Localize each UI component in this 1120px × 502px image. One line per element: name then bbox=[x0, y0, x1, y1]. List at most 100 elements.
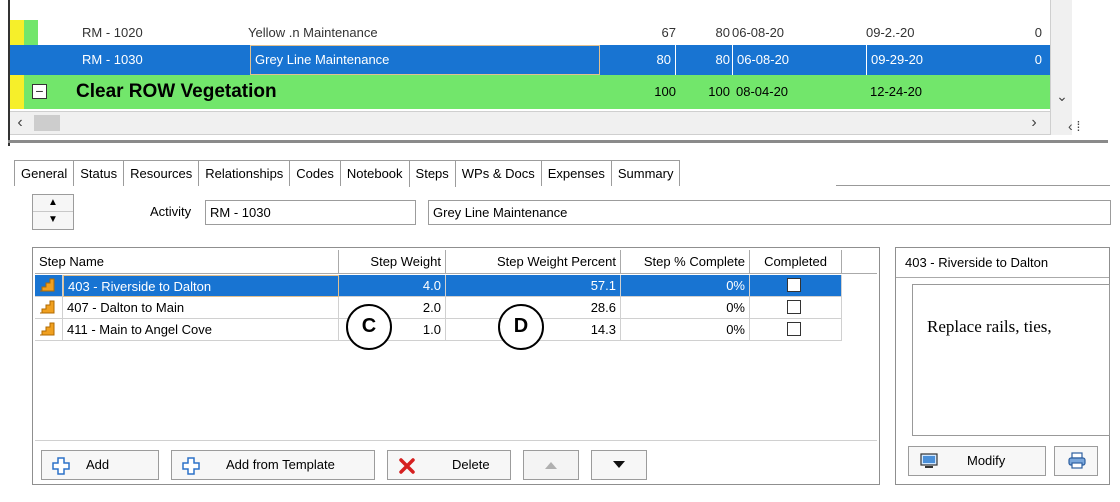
activity-name[interactable]: Grey Line Maintenance bbox=[250, 45, 600, 75]
activity-name: Yellow .n Maintenance bbox=[248, 25, 378, 40]
wbs-row[interactable]: − Clear ROW Vegetation 100 100 08-04-20 … bbox=[10, 75, 1070, 109]
activity-percent: 67 bbox=[661, 25, 676, 40]
torn-edge-marker: ‹ ⁞ bbox=[1068, 118, 1081, 134]
add-step-button[interactable]: Add bbox=[41, 450, 159, 480]
next-activity-icon[interactable]: ▼ bbox=[33, 212, 73, 229]
column-header-step-name[interactable]: Step Name bbox=[35, 250, 339, 274]
grid-divider bbox=[35, 440, 877, 441]
move-up-icon bbox=[545, 462, 557, 469]
wbs-start: 08-04-20 bbox=[736, 84, 789, 99]
step-icon-cell bbox=[35, 275, 63, 297]
scroll-down-icon[interactable]: ⌄ bbox=[1051, 88, 1073, 105]
detail-tabs: General Status Resources Relationships C… bbox=[14, 160, 681, 187]
tab-resources[interactable]: Resources bbox=[123, 160, 200, 186]
scroll-thumb[interactable] bbox=[34, 115, 60, 131]
tab-steps[interactable]: Steps bbox=[408, 160, 456, 187]
column-header-step-weight-percent[interactable]: Step Weight Percent bbox=[446, 250, 621, 274]
step-stairs-icon bbox=[40, 278, 55, 292]
activity-extra: 0 bbox=[1034, 25, 1042, 40]
step-icon-cell bbox=[35, 297, 63, 319]
move-down-button[interactable] bbox=[591, 450, 647, 480]
wbs-percent: 100 bbox=[654, 84, 676, 99]
column-header-step-weight[interactable]: Step Weight bbox=[339, 250, 446, 274]
activity-id: RM - 1030 bbox=[82, 52, 143, 67]
step-detail-panel: 403 - Riverside to Dalton Replace rails,… bbox=[895, 247, 1110, 485]
step-detail-title: 403 - Riverside to Dalton bbox=[896, 248, 1109, 278]
scroll-left-icon[interactable]: ‹ bbox=[10, 112, 30, 134]
step-row[interactable]: 403 - Riverside to Dalton 4.0 57.1 0% bbox=[35, 275, 877, 297]
activity-start: 06-08-20 bbox=[732, 25, 785, 40]
activity-finish: 09-29-20 bbox=[866, 45, 966, 75]
row-color-marker bbox=[10, 75, 24, 109]
add-icon bbox=[182, 457, 200, 475]
step-description[interactable]: Replace rails, ties, bbox=[912, 284, 1110, 436]
row-color-marker bbox=[24, 20, 38, 45]
completed-cell bbox=[750, 297, 842, 319]
collapse-icon[interactable]: − bbox=[32, 84, 47, 99]
step-percent-complete[interactable]: 0% bbox=[621, 297, 750, 319]
activity-navigator[interactable]: ▲ ▼ bbox=[32, 194, 74, 230]
steps-panel: Step Name Step Weight Step Weight Percen… bbox=[32, 247, 880, 485]
tab-summary[interactable]: Summary bbox=[610, 160, 681, 186]
column-header-completed[interactable]: Completed bbox=[750, 250, 842, 274]
add-from-template-label: Add from Template bbox=[226, 457, 335, 472]
tab-codes[interactable]: Codes bbox=[289, 160, 341, 186]
tab-expenses[interactable]: Expenses bbox=[540, 160, 612, 186]
step-row[interactable]: 411 - Main to Angel Cove 1.0 14.3 0% bbox=[35, 319, 877, 341]
modify-button[interactable]: Modify bbox=[908, 446, 1046, 476]
activity-name-field[interactable]: Grey Line Maintenance bbox=[428, 200, 1111, 225]
step-row[interactable]: 407 - Dalton to Main 2.0 28.6 0% bbox=[35, 297, 877, 319]
activity-row-selected[interactable]: RM - 1030 Grey Line Maintenance 80 80 06… bbox=[10, 45, 1070, 75]
modify-label: Modify bbox=[967, 453, 1006, 468]
add-from-template-button[interactable]: Add from Template bbox=[171, 450, 375, 480]
tab-relationships[interactable]: Relationships bbox=[198, 160, 291, 186]
activity-start: 06-08-20 bbox=[732, 45, 832, 75]
step-name[interactable]: 411 - Main to Angel Cove bbox=[63, 319, 339, 341]
delete-icon bbox=[399, 458, 415, 474]
add-icon bbox=[52, 457, 70, 475]
activity-row[interactable]: RM - 1020 Yellow .n Maintenance 67 80 06… bbox=[10, 20, 1070, 45]
step-percent-complete[interactable]: 0% bbox=[621, 275, 750, 297]
completed-checkbox[interactable] bbox=[787, 278, 801, 292]
wbs-weight: 100 bbox=[708, 84, 730, 99]
vertical-scrollbar[interactable]: ⌄ bbox=[1050, 0, 1072, 135]
activity-weight: 80 bbox=[715, 52, 730, 67]
tab-notebook[interactable]: Notebook bbox=[339, 160, 410, 186]
delete-step-label: Delete bbox=[452, 457, 490, 472]
tab-status[interactable]: Status bbox=[73, 160, 125, 186]
steps-table: Step Name Step Weight Step Weight Percen… bbox=[35, 250, 877, 440]
tab-wps-docs[interactable]: WPs & Docs bbox=[454, 160, 542, 186]
step-percent-complete[interactable]: 0% bbox=[621, 319, 750, 341]
scroll-right-icon[interactable]: › bbox=[1024, 112, 1044, 134]
completed-cell bbox=[750, 319, 842, 341]
previous-activity-icon[interactable]: ▲ bbox=[33, 195, 73, 212]
step-name[interactable]: 403 - Riverside to Dalton bbox=[63, 275, 339, 297]
horizontal-scrollbar[interactable]: ‹ › bbox=[10, 111, 1050, 135]
print-button[interactable] bbox=[1054, 446, 1098, 476]
steps-header: Step Name Step Weight Step Weight Percen… bbox=[35, 250, 877, 274]
column-header-step-percent-complete[interactable]: Step % Complete bbox=[621, 250, 750, 274]
delete-step-button[interactable]: Delete bbox=[387, 450, 511, 480]
step-stairs-icon bbox=[40, 322, 55, 336]
callout-d: D bbox=[498, 304, 544, 350]
activity-label: Activity bbox=[150, 204, 192, 219]
callout-c: C bbox=[346, 304, 392, 350]
activity-finish: 09-2.-20 bbox=[866, 25, 915, 40]
activity-percent: 80 bbox=[610, 45, 676, 75]
activity-id-field[interactable]: RM - 1030 bbox=[205, 200, 416, 225]
activity-table: RM - 1020 Yellow .n Maintenance 67 80 06… bbox=[8, 0, 1088, 146]
row-color-marker bbox=[10, 45, 24, 75]
step-name[interactable]: 407 - Dalton to Main bbox=[63, 297, 339, 319]
step-weight[interactable]: 4.0 bbox=[339, 275, 446, 297]
completed-checkbox[interactable] bbox=[787, 300, 801, 314]
tab-strip-line bbox=[836, 185, 1110, 186]
wbs-finish: 12-24-20 bbox=[870, 84, 923, 99]
modify-icon bbox=[920, 453, 938, 468]
move-up-button[interactable] bbox=[523, 450, 579, 480]
row-color-marker bbox=[10, 20, 24, 45]
completed-checkbox[interactable] bbox=[787, 322, 801, 336]
step-stairs-icon bbox=[40, 300, 55, 314]
step-weight-percent: 57.1 bbox=[446, 275, 621, 297]
pane-splitter[interactable] bbox=[8, 140, 1108, 143]
tab-general[interactable]: General bbox=[14, 160, 75, 186]
